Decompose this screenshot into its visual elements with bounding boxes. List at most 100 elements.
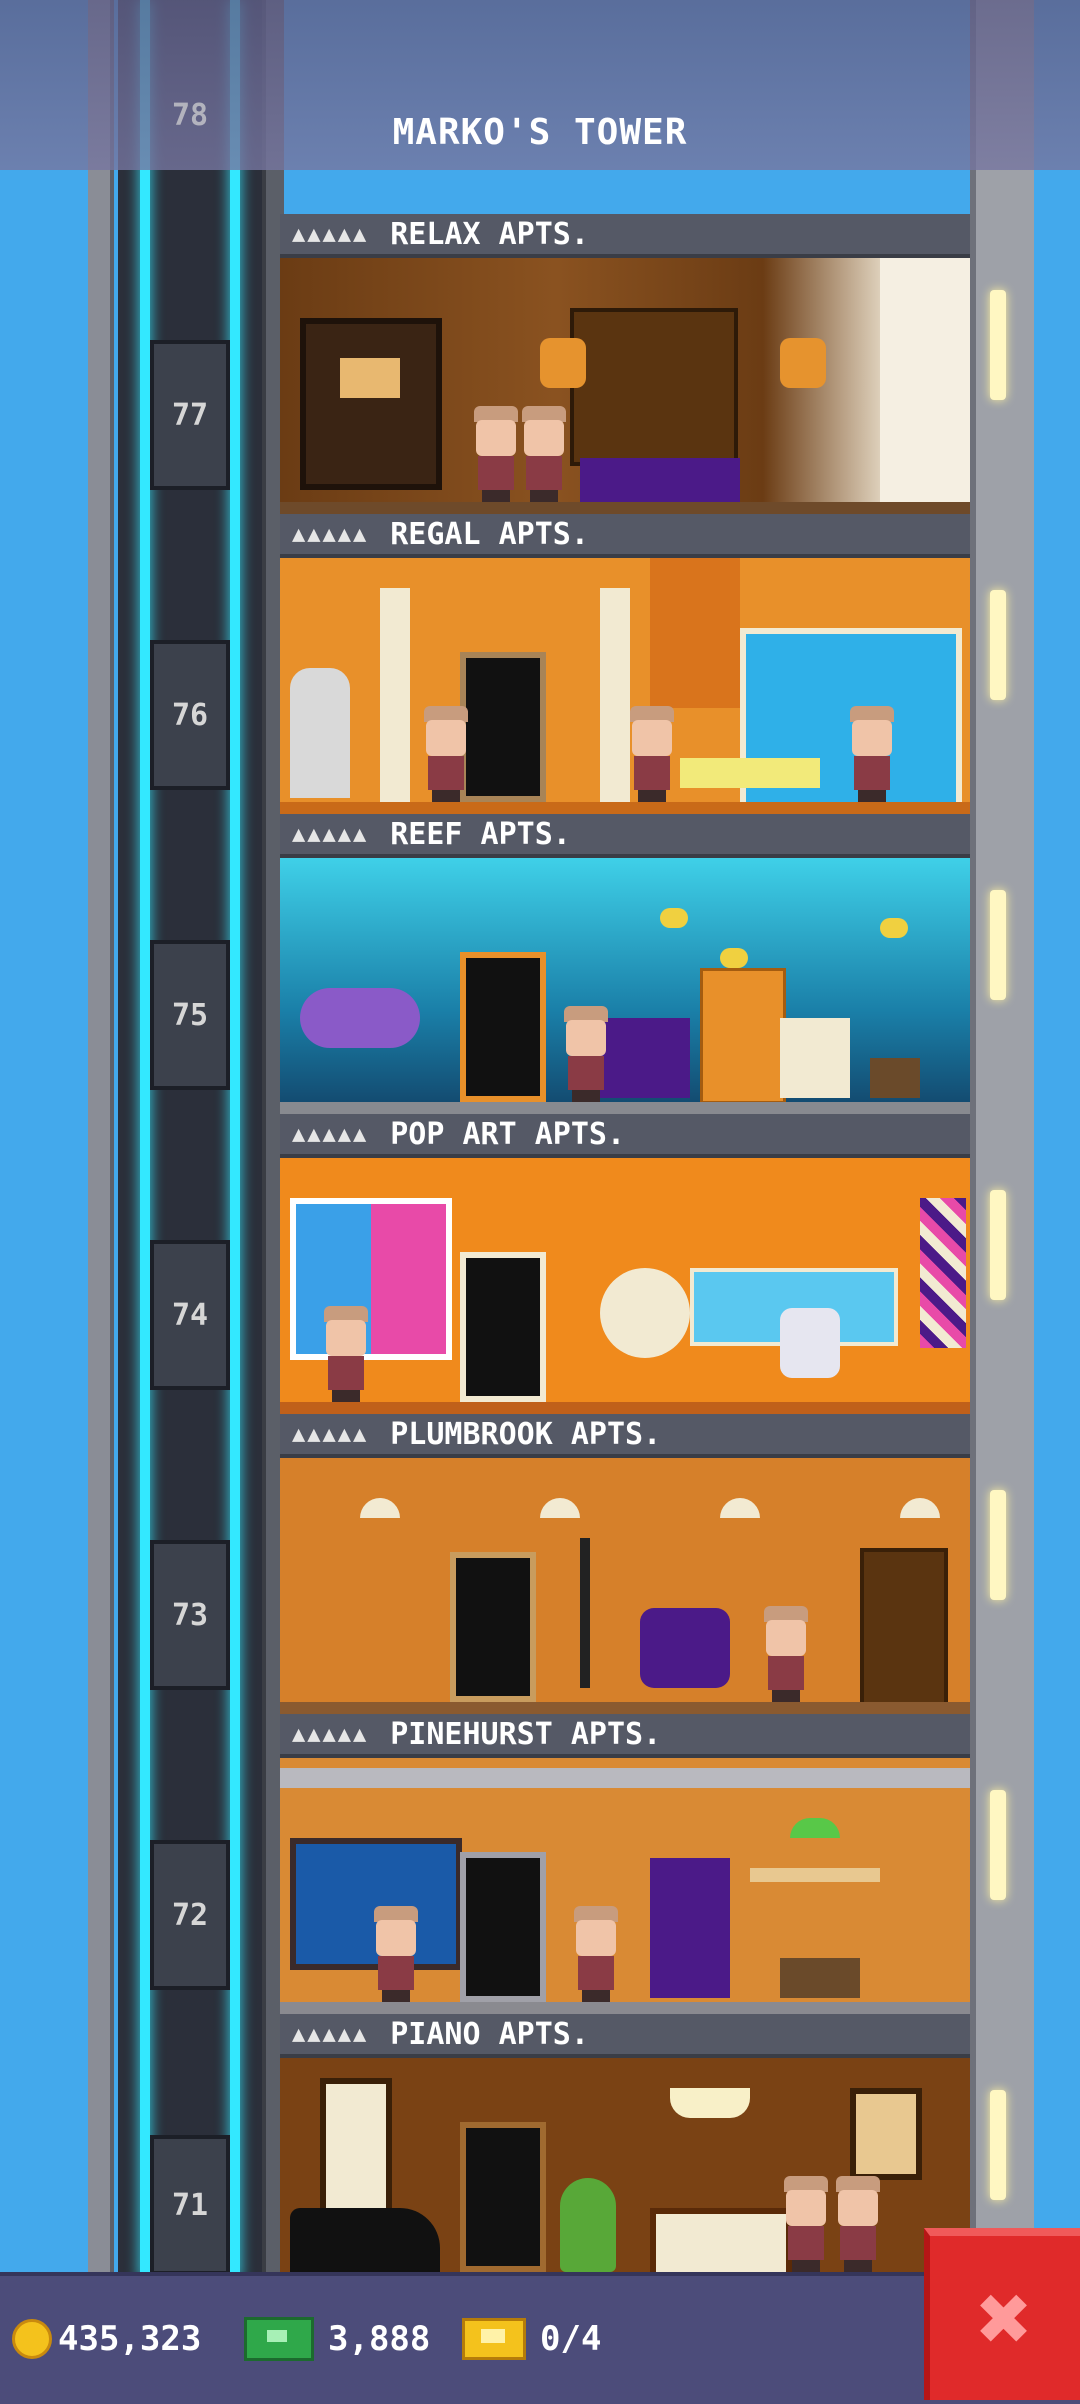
door: [450, 1552, 536, 1702]
purple-fridge: [650, 1858, 730, 1998]
pendant-lamp-icon: [720, 1498, 760, 1518]
window-light: [990, 2090, 1006, 2200]
fish-icon: [880, 918, 908, 938]
wall-shelf: [750, 1868, 880, 1882]
purple-sofa: [580, 458, 740, 502]
floor-sign: ▲▲▲▲▲ PLUMBROOK APTS.: [280, 1414, 970, 1458]
ceiling-pipe: [280, 1768, 970, 1788]
bitizen[interactable]: [570, 1906, 622, 2002]
bitizen[interactable]: [320, 1306, 372, 1402]
floor-name: REGAL APTS.: [390, 516, 589, 552]
curtain: [650, 558, 740, 708]
floor-sign: ▲▲▲▲▲ POP ART APTS.: [280, 1114, 970, 1158]
star-rating: ▲▲▲▲▲: [292, 2021, 369, 2047]
room-interior: [280, 558, 970, 814]
bottom-bar: 435,323 3,888 0/4: [0, 2272, 1080, 2404]
floor-line: [280, 802, 970, 814]
bitizen[interactable]: [518, 406, 570, 502]
room-interior: [280, 1758, 970, 2014]
fish-icon: [720, 948, 748, 968]
star-rating: ▲▲▲▲▲: [292, 521, 369, 547]
coins-display[interactable]: 435,323: [12, 2312, 201, 2366]
room-interior: [280, 1158, 970, 1414]
floor-pinehurst-apts[interactable]: ▲▲▲▲▲ PINEHURST APTS.: [280, 1714, 970, 2014]
golden-ticket-icon: [462, 2318, 526, 2360]
bux-value: 3,888: [328, 2319, 431, 2359]
bux-display[interactable]: 3,888: [244, 2312, 430, 2366]
room-interior: [280, 1458, 970, 1714]
floor-relax-apts[interactable]: ▲▲▲▲▲ RELAX APTS.: [280, 214, 970, 514]
robot-dog-icon: [780, 1308, 840, 1378]
marble-column: [380, 588, 410, 802]
window-light: [990, 1490, 1006, 1600]
floor-regal-apts[interactable]: ▲▲▲▲▲ REGAL APTS.: [280, 514, 970, 814]
floor-plumbrook-apts[interactable]: ▲▲▲▲▲ PLUMBROOK APTS.: [280, 1414, 970, 1714]
floor-line: [280, 1702, 970, 1714]
bitizen[interactable]: [780, 2176, 832, 2272]
door: [460, 952, 546, 1102]
bitizen[interactable]: [626, 706, 678, 802]
purple-armchair: [640, 1608, 730, 1688]
coral-icon: [300, 988, 420, 1048]
bitizen[interactable]: [832, 2176, 884, 2272]
framed-picture: [850, 2088, 922, 2180]
bitizen[interactable]: [560, 1006, 612, 1102]
star-rating: ▲▲▲▲▲: [292, 1421, 369, 1447]
pendant-lamp-icon: [900, 1498, 940, 1518]
close-button[interactable]: ✖: [924, 2228, 1080, 2400]
window-light: [990, 1790, 1006, 1900]
bitizen[interactable]: [846, 706, 898, 802]
floor-number-74: 74: [150, 1240, 230, 1390]
tickets-display[interactable]: 0/4: [462, 2312, 601, 2366]
floor-pop-art-apts[interactable]: ▲▲▲▲▲ POP ART APTS.: [280, 1114, 970, 1414]
tickets-value: 0/4: [540, 2319, 602, 2359]
door: [460, 2122, 546, 2272]
door: [460, 652, 546, 802]
floor-line: [280, 1402, 970, 1414]
bed: [650, 2208, 792, 2272]
floor-sign: ▲▲▲▲▲ RELAX APTS.: [280, 214, 970, 258]
piano-icon: [290, 2208, 440, 2272]
orange-fridge: [700, 968, 786, 1104]
floor-name: PINEHURST APTS.: [390, 1716, 662, 1752]
star-rating: ▲▲▲▲▲: [292, 1721, 369, 1747]
curtain: [880, 258, 970, 502]
star-rating: ▲▲▲▲▲: [292, 821, 369, 847]
floor-name: REEF APTS.: [390, 816, 571, 852]
window-light: [990, 890, 1006, 1000]
pixel-art-panel: [920, 1198, 966, 1348]
statue-icon: [290, 668, 350, 798]
floor-name: POP ART APTS.: [390, 1116, 626, 1152]
bitizen[interactable]: [760, 1606, 812, 1702]
elevator-light-strip-left: [140, 0, 150, 2280]
hanging-lantern-icon: [540, 338, 586, 388]
floor-number-76: 76: [150, 640, 230, 790]
pendant-lamp-icon: [360, 1498, 400, 1518]
bitizen[interactable]: [470, 406, 522, 502]
floor-number-73: 73: [150, 1540, 230, 1690]
hanging-lantern-icon: [780, 338, 826, 388]
floor-number-75: 75: [150, 940, 230, 1090]
close-icon: ✖: [977, 2264, 1033, 2372]
room-interior: [280, 258, 970, 514]
room-interior: [280, 2058, 970, 2272]
table: [870, 1058, 920, 1098]
coin-icon: [12, 2319, 52, 2359]
bitizen[interactable]: [370, 1906, 422, 2002]
floor-lamp-icon: [580, 1538, 590, 1688]
plant-icon: [560, 2178, 616, 2272]
bitizen[interactable]: [420, 706, 472, 802]
floor-reef-apts[interactable]: ▲▲▲▲▲ REEF APTS.: [280, 814, 970, 1114]
tower-title[interactable]: MARKO'S TOWER: [0, 112, 1080, 153]
floor-name: RELAX APTS.: [390, 216, 589, 252]
fish-icon: [660, 908, 688, 928]
elevator-light-strip-right: [230, 0, 240, 2280]
egg-chair: [600, 1268, 690, 1358]
door: [460, 1252, 546, 1402]
stove: [780, 1018, 850, 1098]
floor-number-71: 71: [150, 2135, 230, 2275]
floor-sign: ▲▲▲▲▲ REEF APTS.: [280, 814, 970, 858]
chandelier-icon: [670, 2088, 750, 2118]
floor-piano-apts[interactable]: ▲▲▲▲▲ PIANO APTS.: [280, 2014, 970, 2272]
window-light: [990, 1190, 1006, 1300]
